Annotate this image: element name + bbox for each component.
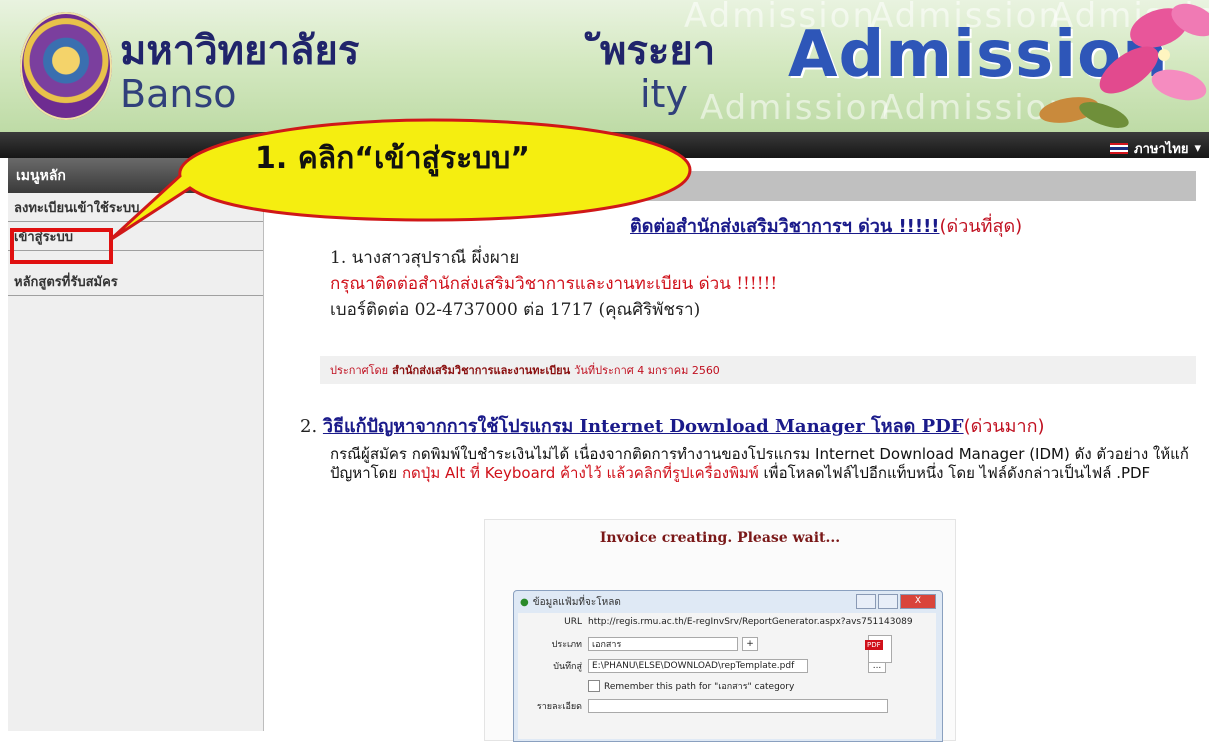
news-item-2-body-highlight: กดปุ่ม Alt ที่ Keyboard ค้างไว้ แล้วคลิก… <box>401 464 759 482</box>
sidebar-item-programs[interactable]: หลักสูตรที่รับสมัคร <box>8 267 263 296</box>
instruction-callout-text: 1. คลิก“เข้าสู่ระบบ” <box>255 141 530 176</box>
idm-screenshot: Invoice creating. Please wait... ● ข้อมู… <box>484 519 956 742</box>
add-category-button: + <box>742 637 758 651</box>
pdf-file-icon <box>865 635 892 663</box>
remember-label: Remember this path for "เอกสาร" category <box>604 682 795 692</box>
idm-dialog-body: URL http://regis.rmu.ac.th/E-regInvSrv/R… <box>518 613 936 739</box>
news-item-2-body: กรณีผู้สมัคร กดพิมพ์ใบชำระเงินไม่ได้ เนื… <box>330 445 1200 483</box>
minimize-icon <box>856 594 876 609</box>
idm-dialog: ● ข้อมูลแฟ้มที่จะโหลด X URL http://regis… <box>513 590 943 742</box>
news-item-1-contact-request: กรุณาติดต่อสำนักส่งเสริมวิชาการและงานทะเ… <box>330 274 778 294</box>
url-row: URL http://regis.rmu.ac.th/E-regInvSrv/R… <box>518 617 913 627</box>
flower-icon <box>1039 3 1209 128</box>
type-label: ประเภท <box>551 640 582 650</box>
news-item-2-urgency: (ด่วนมาก) <box>963 416 1045 437</box>
news-item-1-urgency: (ด่วนที่สุด) <box>939 216 1023 237</box>
meta-organization: สำนักส่งเสริมวิชาการและงานทะเบียน <box>392 364 571 377</box>
type-row: ประเภท เอกสาร + <box>518 637 758 651</box>
download-icon: ● <box>520 596 529 608</box>
news-item-2-number: 2. <box>300 416 318 437</box>
thai-flag-icon <box>1110 143 1128 154</box>
news-item-1-meta: ประกาศโดย สำนักส่งเสริมวิชาการและงานทะเบ… <box>320 356 1196 384</box>
watermark-text: Admission <box>700 88 893 128</box>
description-row: รายละเอียด <box>518 699 888 713</box>
caret-down-icon: ▾ <box>1194 141 1201 156</box>
university-logo <box>20 12 112 120</box>
save-path-field: E:\PHANU\ELSE\DOWNLOAD\repTemplate.pdf <box>588 659 808 673</box>
window-controls: X <box>856 594 936 609</box>
save-label: บันทึกสู่ <box>553 662 582 672</box>
meta-date: วันที่ประกาศ 4 มกราคม 2560 <box>574 364 720 377</box>
news-item-2-body-text-end: เพื่อโหลดไฟล์ไปอีกแท็บหนึ่ง โดย ไฟล์ดังก… <box>758 464 1151 482</box>
university-name-english-end: ity <box>640 72 688 116</box>
news-item-1-name: 1. นางสาวสุปราณี ผึ่งผาย <box>330 248 520 268</box>
dialog-title-text: ข้อมูลแฟ้มที่จะโหลด <box>532 596 621 608</box>
language-selector[interactable]: ภาษาไทย ▾ <box>1110 138 1201 159</box>
invoice-message: Invoice creating. Please wait... <box>599 530 841 546</box>
save-row: บันทึกสู่ E:\PHANU\ELSE\DOWNLOAD\repTemp… <box>518 659 886 673</box>
news-item-1-phone: เบอร์ติดต่อ 02-4737000 ต่อ 1717 (คุณศิริ… <box>330 300 701 320</box>
remember-row: Remember this path for "เอกสาร" category <box>588 679 794 693</box>
language-label: ภาษาไทย <box>1134 142 1189 157</box>
news-item-1-body: 1. นางสาวสุปราณี ผึ่งผาย กรุณาติดต่อสำนั… <box>330 245 777 323</box>
news-item-2-title-line: 2. วิธีแก้ปัญหาจากการใช้โปรแกรม Internet… <box>300 411 1045 440</box>
login-highlight-box <box>10 228 113 264</box>
type-select: เอกสาร <box>588 637 738 651</box>
university-name-english: Banso <box>120 72 237 116</box>
maximize-icon <box>878 594 898 609</box>
meta-prefix: ประกาศโดย <box>330 364 389 377</box>
url-value: http://regis.rmu.ac.th/E-regInvSrv/Repor… <box>588 617 913 627</box>
close-icon: X <box>900 594 936 609</box>
remember-checkbox <box>588 680 600 692</box>
header-banner: Admission Admission Admission Admission … <box>0 0 1209 132</box>
description-label: รายละเอียด <box>536 702 582 712</box>
description-field <box>588 699 888 713</box>
url-label: URL <box>564 617 582 627</box>
news-item-2-link[interactable]: วิธีแก้ปัญหาจากการใช้โปรแกรม Internet Do… <box>323 416 964 437</box>
